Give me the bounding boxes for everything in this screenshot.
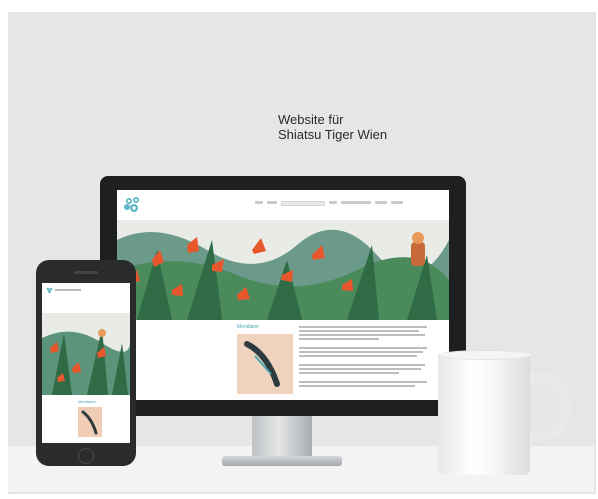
phone-meridian-illustration [78,407,102,437]
phone-screen: Meridiane [42,283,130,443]
meridian-hand-illustration [237,334,293,394]
section-heading: Meridiane [237,324,259,330]
monitor-stand [252,416,312,460]
tiger-paw-logo-icon [46,287,53,293]
nav-item[interactable] [267,201,277,204]
hero-illustration [117,220,449,320]
phone-header-text [55,289,81,291]
nav-item[interactable] [391,201,403,204]
body-text [299,326,431,389]
white-mug [438,353,530,475]
headline-line2: Shiatsu Tiger Wien [278,127,388,142]
smartphone: Meridiane [36,260,136,466]
monitor-base [222,456,342,466]
phone-hero-illustration [42,313,130,395]
headline-line1: Website für [278,112,344,127]
monitor-screen: Meridiane [117,190,449,400]
site-header [117,190,449,220]
headline: Website für Shiatsu Tiger Wien [278,112,387,142]
site-nav [255,201,403,207]
phone-section-heading: Meridiane [78,399,96,404]
desktop-monitor: Meridiane [100,176,466,416]
mockup-image: Website für Shiatsu Tiger Wien Meridiane… [0,0,598,499]
home-button-icon[interactable] [78,448,94,464]
nav-item[interactable] [255,201,263,204]
mug-rim [438,350,532,360]
nav-item[interactable] [329,201,337,204]
nav-item-active[interactable] [281,201,325,206]
nav-item[interactable] [375,201,387,204]
nav-item[interactable] [341,201,371,204]
phone-speaker [74,271,98,274]
tiger-paw-logo-icon [124,197,139,212]
